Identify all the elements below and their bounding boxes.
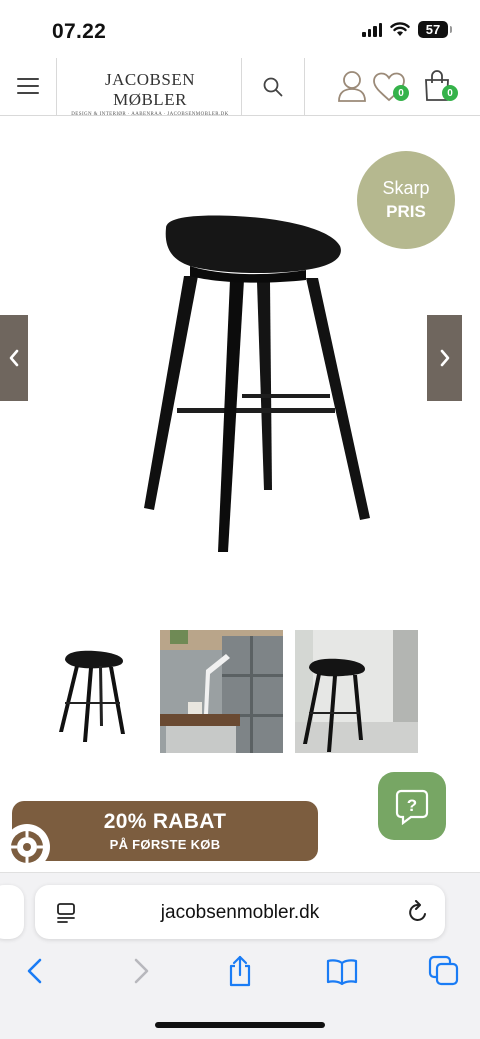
reload-icon[interactable] [407, 900, 429, 924]
tabs-icon[interactable] [428, 955, 460, 987]
wishlist-count-badge: 0 [393, 85, 409, 101]
logo-text: JACOBSEN MØBLER [105, 70, 195, 109]
status-time: 07.22 [52, 20, 107, 43]
thumbnail-1[interactable] [25, 630, 148, 753]
battery-level: 57 [425, 22, 441, 37]
menu-button[interactable] [17, 78, 39, 96]
discount-title: 20% RABAT [103, 810, 227, 833]
cart-button[interactable]: 0 [424, 70, 460, 106]
help-label: ? [407, 796, 417, 815]
home-indicator [155, 1022, 325, 1028]
chevron-right-icon [440, 349, 449, 367]
cellular-signal-icon [362, 22, 382, 37]
sale-badge-line2: PRIS [386, 202, 426, 221]
search-icon[interactable] [262, 76, 284, 98]
gallery-next-button[interactable] [427, 315, 462, 401]
battery-icon: 57 [418, 21, 452, 38]
wishlist-button[interactable]: 0 [372, 72, 410, 106]
site-logo[interactable]: JACOBSEN MØBLER DESIGN & INTERIØR · AABE… [66, 70, 234, 117]
wifi-icon [390, 22, 410, 36]
bookmarks-icon[interactable] [326, 955, 358, 987]
product-image-bar-stool[interactable] [130, 210, 380, 560]
gallery-prev-button[interactable] [0, 315, 28, 401]
user-icon[interactable] [336, 70, 368, 104]
menu-icon [17, 78, 39, 80]
url-text: jacobsenmobler.dk [160, 902, 320, 923]
wheel-of-fortune-button[interactable] [4, 824, 50, 870]
cart-count-badge: 0 [442, 85, 458, 101]
chevron-left-icon [9, 349, 19, 367]
site-header: JACOBSEN MØBLER DESIGN & INTERIØR · AABE… [0, 58, 480, 117]
back-icon[interactable] [20, 955, 52, 987]
forward-icon[interactable] [124, 955, 156, 987]
wheel-icon [11, 831, 43, 863]
browser-toolbar: jacobsenmobler.dk [0, 872, 480, 1039]
status-icons: 57 [362, 21, 452, 38]
logo-tagline: DESIGN & INTERIØR · AABENRAA · JACOBSENM… [71, 112, 229, 117]
discount-subtitle: PÅ FØRSTE KØB [109, 837, 221, 852]
discount-banner[interactable]: 20% RABAT PÅ FØRSTE KØB [12, 801, 318, 861]
previous-tab-preview[interactable] [0, 885, 24, 939]
status-bar: 07.22 57 [0, 0, 480, 58]
thumbnail-3[interactable] [295, 630, 418, 753]
help-chat-button[interactable]: ? [378, 772, 446, 840]
sale-badge-line1: Skarp [382, 178, 430, 198]
share-icon[interactable] [224, 955, 256, 987]
thumbnail-2[interactable] [160, 630, 283, 753]
address-bar[interactable]: jacobsenmobler.dk [35, 885, 445, 939]
question-icon: ? [395, 789, 429, 825]
